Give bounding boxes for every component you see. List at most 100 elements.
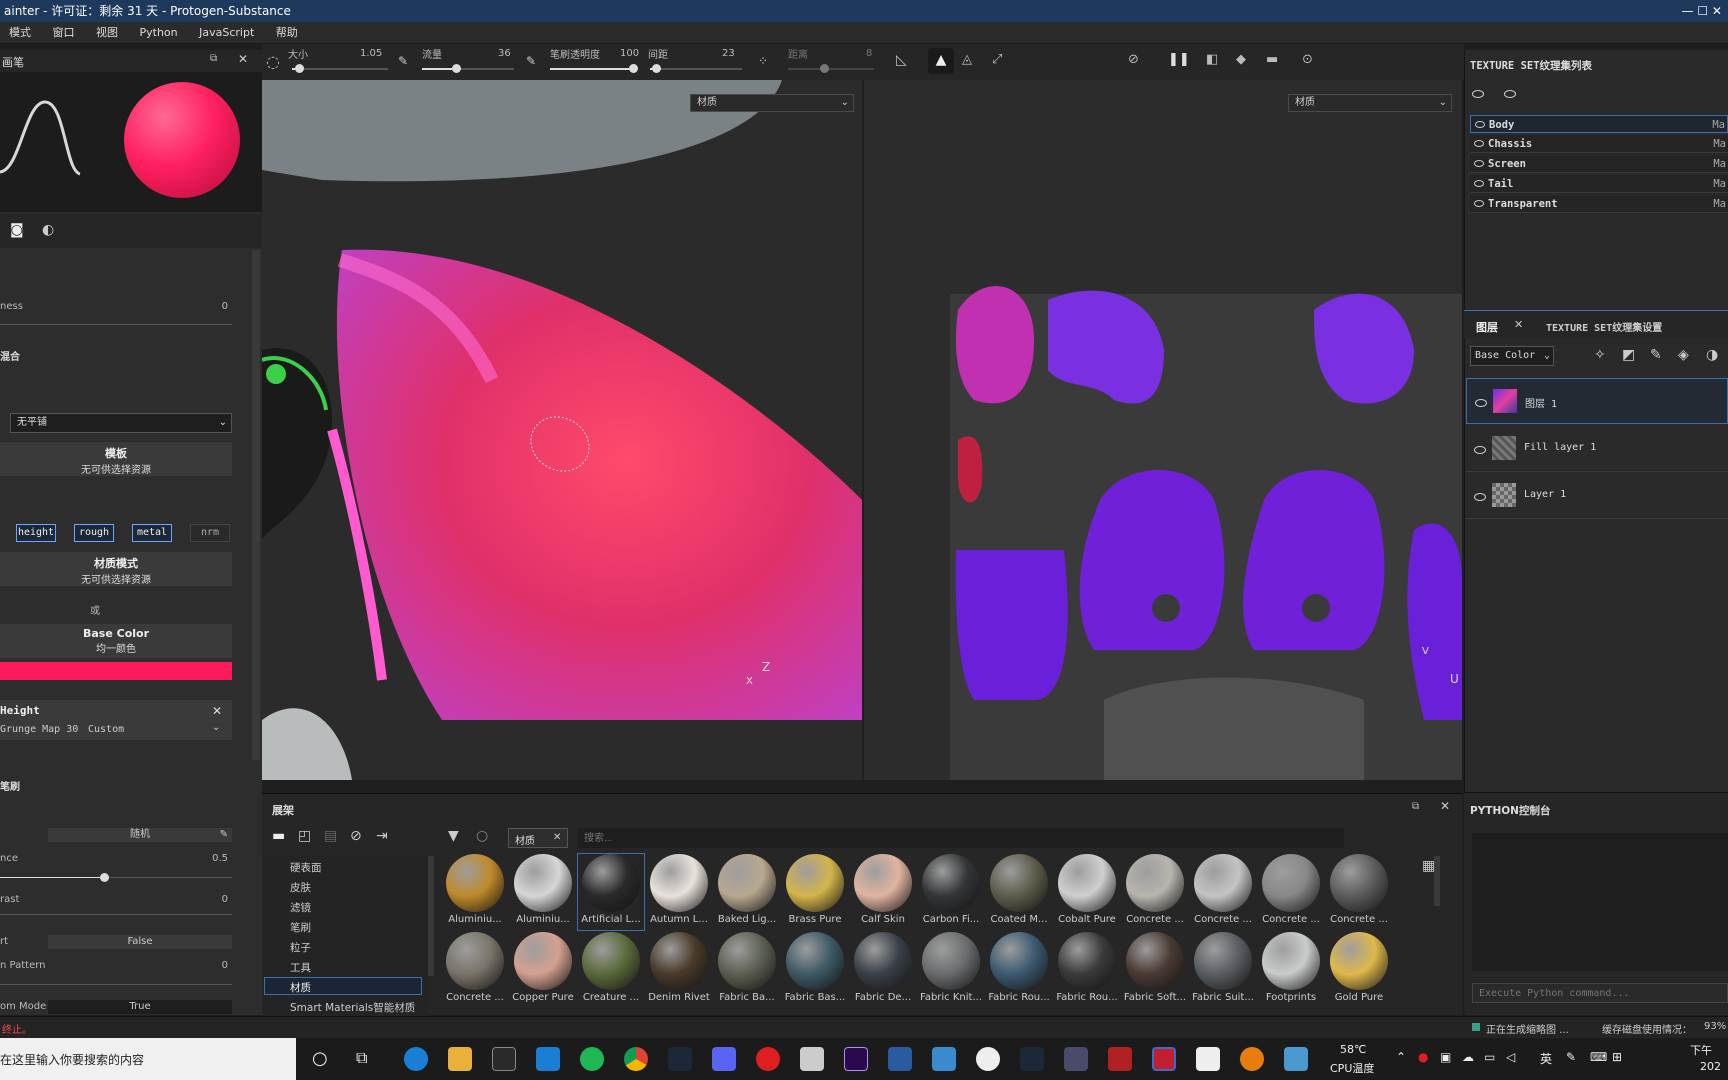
- material-thumbnail[interactable]: Fabric Rou...: [986, 932, 1052, 1008]
- texture-set-tail[interactable]: Tail Ma: [1470, 175, 1728, 193]
- tray-pen-icon[interactable]: ✎: [1566, 1050, 1576, 1064]
- tab-layers[interactable]: 图层: [1476, 319, 1498, 335]
- material-thumbnail[interactable]: Fabric Ba...: [714, 932, 780, 1008]
- layer-row[interactable]: Fill layer 1: [1466, 426, 1728, 472]
- spacing-value[interactable]: 23: [722, 48, 735, 59]
- material-thumbnail[interactable]: Coated M...: [986, 854, 1052, 930]
- hardness-value[interactable]: 0: [180, 301, 228, 312]
- window-controls[interactable]: — ☐ ✕: [1682, 0, 1722, 22]
- add-fill-layer-icon[interactable]: ◈: [1678, 347, 1689, 363]
- material-thumbnail[interactable]: Fabric Soft...: [1122, 932, 1188, 1008]
- store-icon[interactable]: [492, 1047, 516, 1071]
- material-thumbnail[interactable]: Fabric De...: [850, 932, 916, 1008]
- tray-keyboard-icon[interactable]: ⌨: [1590, 1050, 1607, 1064]
- category-hard-surface[interactable]: 硬表面: [290, 860, 322, 875]
- contrast-value[interactable]: 0: [180, 894, 228, 905]
- material-thumbnail[interactable]: Concrete ...: [1326, 854, 1392, 930]
- material-thumbnail[interactable]: Fabric Suit...: [1190, 932, 1256, 1008]
- blender-icon[interactable]: [1240, 1047, 1264, 1071]
- category-materials[interactable]: 材质: [290, 980, 311, 995]
- menu-python[interactable]: Python: [131, 22, 187, 44]
- steam-icon[interactable]: [668, 1047, 692, 1071]
- channel-rough[interactable]: rough: [74, 524, 114, 542]
- material-thumbnail[interactable]: Copper Pure: [510, 932, 576, 1008]
- stencil-slot[interactable]: 模板 无可供选择资源: [0, 442, 232, 476]
- category-skin[interactable]: 皮肤: [290, 880, 311, 895]
- menu-javascript[interactable]: JavaScript: [190, 22, 263, 44]
- brush-shape-icon[interactable]: ◌: [266, 52, 280, 71]
- tray-record-icon[interactable]: ●: [1418, 1050, 1428, 1064]
- material-thumbnail[interactable]: Autumn L...: [646, 854, 712, 930]
- size-slider-handle[interactable]: [295, 64, 304, 73]
- jitter-slider[interactable]: [788, 64, 874, 73]
- screenshot-icon[interactable]: ⊙: [1302, 52, 1313, 67]
- projection-icon[interactable]: ◬: [962, 52, 972, 67]
- symmetry-icon[interactable]: ▲: [928, 48, 954, 74]
- eye-icon[interactable]: [1475, 121, 1485, 128]
- texture-set-body[interactable]: Body Ma: [1470, 115, 1728, 133]
- texture-set-transparent[interactable]: Transparent Ma: [1470, 195, 1728, 213]
- close-tab-icon[interactable]: ✕: [1514, 318, 1523, 331]
- premiere-icon[interactable]: [844, 1047, 868, 1071]
- show-all-icon[interactable]: [1472, 88, 1484, 101]
- material-thumbnail[interactable]: Footprints: [1258, 932, 1324, 1008]
- remove-icon[interactable]: ✕: [212, 704, 222, 718]
- cube-view-icon[interactable]: ◆: [1236, 52, 1246, 67]
- notes-icon[interactable]: [932, 1047, 956, 1071]
- material-thumbnail[interactable]: Gold Pure: [1326, 932, 1392, 1008]
- material-thumbnail[interactable]: Brass Pure: [782, 854, 848, 930]
- menu-view[interactable]: 视图: [87, 22, 127, 44]
- obs-record-icon[interactable]: [756, 1047, 780, 1071]
- category-particles[interactable]: 粒子: [290, 940, 311, 955]
- substance-painter-icon[interactable]: [1152, 1047, 1176, 1071]
- photos-icon[interactable]: [1284, 1047, 1308, 1071]
- material-thumbnail[interactable]: Fabric Bas...: [782, 932, 848, 1008]
- chrome-icon[interactable]: [624, 1047, 648, 1071]
- tiling-select[interactable]: 无平铺 ⌄: [10, 413, 232, 433]
- material-thumbnail[interactable]: Cobalt Pure: [1054, 854, 1120, 930]
- steam-icon-2[interactable]: [1020, 1047, 1044, 1071]
- texture-set-screen[interactable]: Screen Ma: [1470, 155, 1728, 173]
- menu-help[interactable]: 帮助: [267, 22, 307, 44]
- layer-row[interactable]: 图层 1: [1466, 378, 1728, 424]
- flow-slider-handle[interactable]: [452, 64, 461, 73]
- material-thumbnail[interactable]: Aluminiu...: [442, 854, 508, 930]
- viewport-uv[interactable]: U V 材质 ⌄: [864, 80, 1462, 780]
- spacing-slider-handle[interactable]: [652, 64, 661, 73]
- categories-scrollbar[interactable]: [428, 856, 434, 976]
- material-thumbnail[interactable]: Baked Lig...: [714, 854, 780, 930]
- file-explorer-icon[interactable]: [448, 1047, 472, 1071]
- eye-icon[interactable]: [1474, 160, 1484, 167]
- tray-ime-icon[interactable]: ⊞: [1612, 1050, 1622, 1064]
- undock-icon[interactable]: ⧉: [210, 53, 217, 64]
- spotify-icon[interactable]: [580, 1047, 604, 1071]
- invert-toggle[interactable]: False: [48, 935, 232, 949]
- tray-volume-icon[interactable]: ◁: [1506, 1050, 1515, 1064]
- viewport-3d[interactable]: Z X 材质 ⌄: [262, 80, 862, 780]
- height-chevron-icon[interactable]: ⌄: [212, 722, 220, 733]
- app-icon[interactable]: [800, 1047, 824, 1071]
- add-mask-icon[interactable]: ◩: [1622, 347, 1635, 363]
- properties-scrollbar[interactable]: [252, 250, 260, 760]
- tab-texture-set-settings[interactable]: TEXTURE SET纹理集设置: [1546, 319, 1662, 334]
- menu-mode[interactable]: 模式: [0, 22, 40, 44]
- category-filters[interactable]: 滤镜: [290, 900, 311, 915]
- new-folder-icon[interactable]: ◰: [298, 828, 311, 844]
- close-panel-icon[interactable]: ✕: [238, 52, 248, 66]
- material-thumbnail[interactable]: Concrete ...: [1258, 854, 1324, 930]
- material-thumbnail[interactable]: Fabric Knit...: [918, 932, 984, 1008]
- layer-channel-select[interactable]: Base Color ⌄: [1470, 346, 1554, 366]
- material-thumbnail[interactable]: Creature ...: [578, 932, 644, 1008]
- add-effect-icon[interactable]: ✧: [1594, 347, 1606, 363]
- mode-toggle[interactable]: True: [48, 1000, 232, 1014]
- transform-icon[interactable]: ⤢: [992, 52, 1002, 67]
- layer-row[interactable]: Layer 1: [1466, 473, 1728, 519]
- designer-icon[interactable]: [1064, 1047, 1088, 1071]
- filter-chip[interactable]: 材质 ✕: [508, 828, 568, 848]
- facebook-icon[interactable]: [888, 1047, 912, 1071]
- add-paint-layer-icon[interactable]: ✎: [1650, 347, 1662, 363]
- viewport-uv-channel-select[interactable]: 材质 ⌄: [1288, 94, 1452, 112]
- tray-cloud-icon[interactable]: ☁: [1462, 1050, 1474, 1064]
- eye-icon[interactable]: [1474, 140, 1484, 147]
- task-view-icon[interactable]: ⧉: [356, 1048, 367, 1068]
